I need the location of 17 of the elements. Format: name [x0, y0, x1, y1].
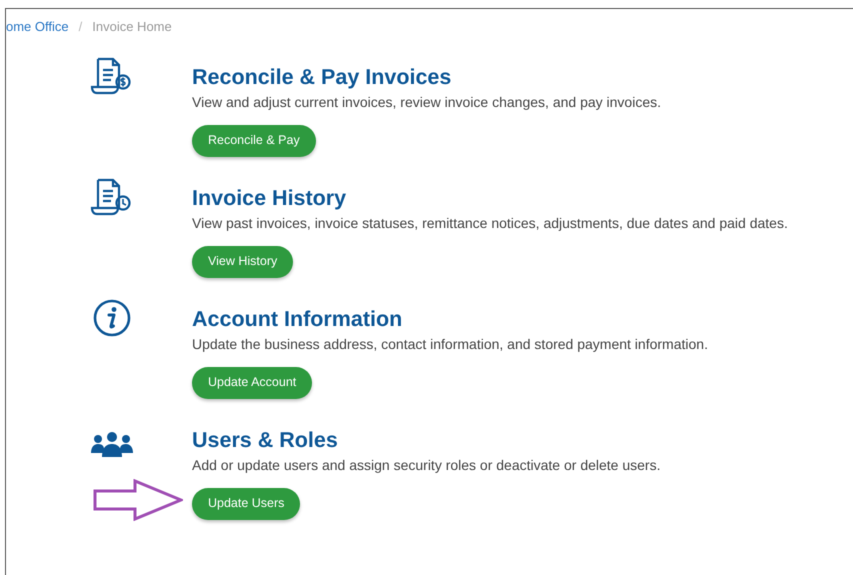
- action-button[interactable]: Update Account: [192, 366, 312, 398]
- section-description: Update the business address, contact information, and stored payment information.: [192, 334, 708, 354]
- action-button[interactable]: Update Users: [192, 488, 300, 520]
- breadcrumb-current: Invoice Home: [92, 19, 172, 34]
- section-title: Account Information: [192, 306, 404, 332]
- action-button[interactable]: View History: [192, 246, 294, 278]
- section-description: View past invoices, invoice statuses, remittance notices, adjustments, due dates and paid dates.: [192, 214, 788, 232]
- breadcrumb-separator: /: [78, 19, 82, 34]
- section-description: Add or update users and assign security roles or deactivate or delete users.: [192, 456, 660, 474]
- section-title: Reconcile & Pay Invoices: [192, 64, 452, 90]
- info-icon: [92, 298, 132, 338]
- section-title: Users & Roles: [192, 426, 339, 452]
- users-icon: [90, 430, 134, 456]
- section-description: View and adjust current invoices, review invoice changes, and pay invoices.: [192, 92, 661, 112]
- breadcrumb-link[interactable]: ome Office: [6, 19, 69, 34]
- section-title: Invoice History: [192, 184, 348, 210]
- action-button[interactable]: Reconcile & Pay: [192, 124, 316, 156]
